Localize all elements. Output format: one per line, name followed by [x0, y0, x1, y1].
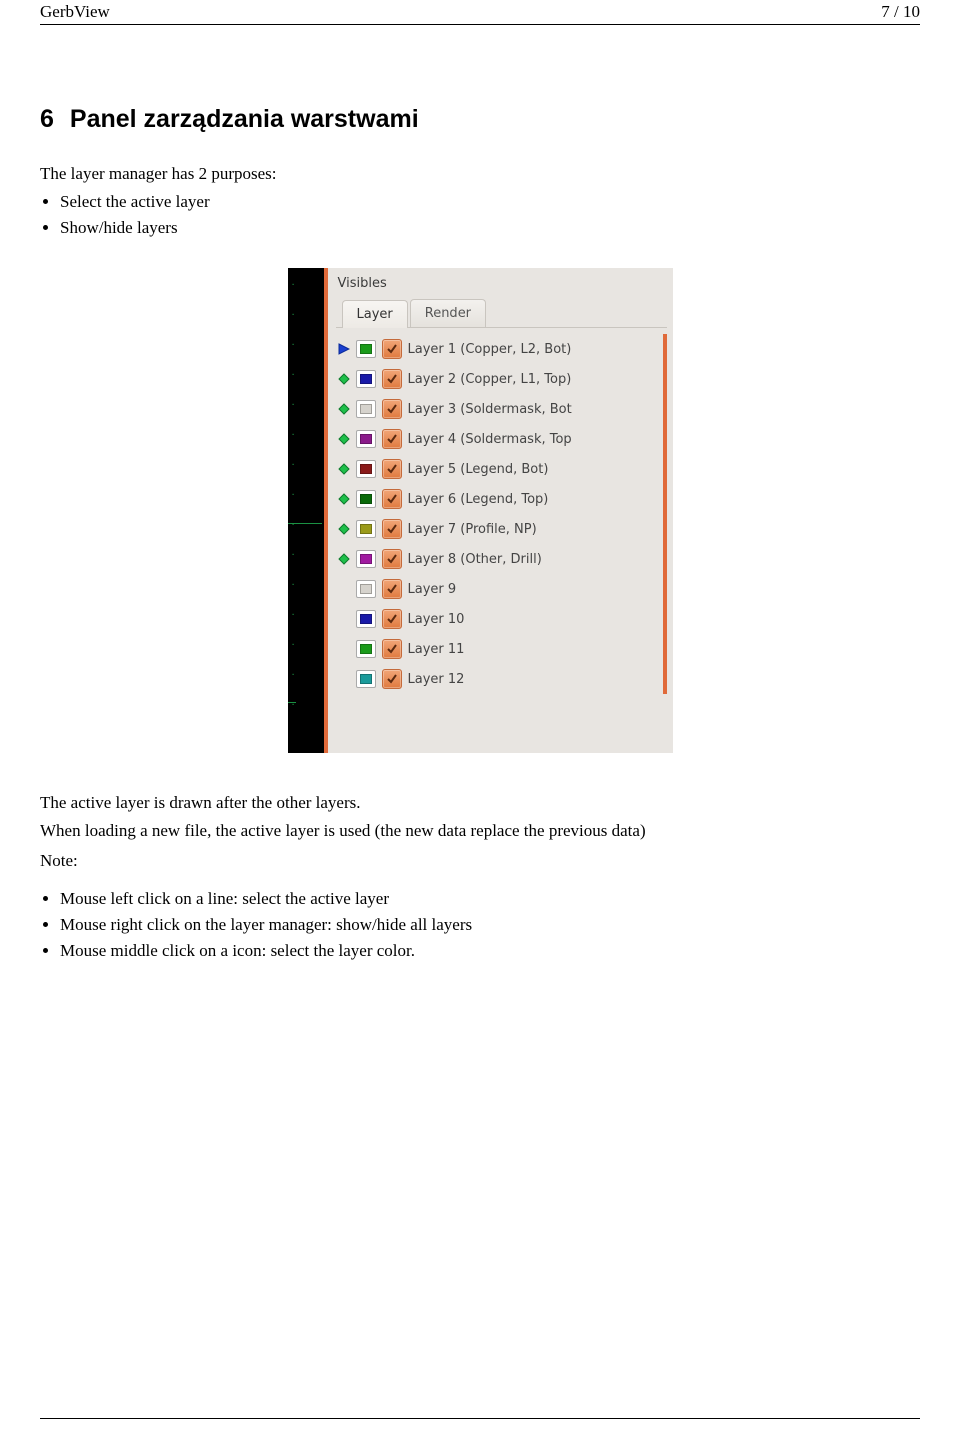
layer-label: Layer 12: [408, 672, 465, 687]
footer-rule: [40, 1418, 920, 1419]
layer-label: Layer 9: [408, 582, 457, 597]
layer-row[interactable]: Layer 8 (Other, Drill): [336, 544, 661, 574]
layer-diamond-icon: [338, 373, 350, 385]
list-item: Mouse middle click on a icon: select the…: [60, 941, 920, 961]
layer-diamond-icon: [338, 493, 350, 505]
list-item: Mouse right click on the layer manager: …: [60, 915, 920, 935]
intro-text: The layer manager has 2 purposes:: [40, 164, 920, 184]
screenshot: ... ... ... ... ... Visibles Layer Rende…: [40, 268, 920, 753]
layer-label: Layer 7 (Profile, NP): [408, 522, 537, 537]
doc-title: GerbView: [40, 2, 110, 22]
layer-row[interactable]: Layer 1 (Copper, L2, Bot): [336, 334, 661, 364]
layer-list: Layer 1 (Copper, L2, Bot) Layer 2 (Copper…: [336, 334, 667, 694]
layer-color-swatch[interactable]: [356, 370, 376, 388]
layer-diamond-icon: [338, 463, 350, 475]
tab-layer[interactable]: Layer: [342, 300, 408, 328]
layer-row[interactable]: Layer 6 (Legend, Top): [336, 484, 661, 514]
list-item: Show/hide layers: [60, 218, 920, 238]
layer-label: Layer 11: [408, 642, 465, 657]
list-item: Mouse left click on a line: select the a…: [60, 889, 920, 909]
layer-color-swatch[interactable]: [356, 400, 376, 418]
notes-list: Mouse left click on a line: select the a…: [40, 889, 920, 961]
layer-label: Layer 10: [408, 612, 465, 627]
layer-visibility-checkbox[interactable]: [382, 489, 402, 509]
layer-label: Layer 6 (Legend, Top): [408, 492, 549, 507]
layer-visibility-checkbox[interactable]: [382, 639, 402, 659]
layer-visibility-checkbox[interactable]: [382, 669, 402, 689]
layer-row[interactable]: Layer 4 (Soldermask, Top: [336, 424, 661, 454]
layer-color-swatch[interactable]: [356, 340, 376, 358]
section-title: Panel zarządzania warstwami: [70, 105, 419, 133]
layer-diamond-icon: [338, 433, 350, 445]
layer-color-swatch[interactable]: [356, 610, 376, 628]
layer-label: Layer 1 (Copper, L2, Bot): [408, 342, 572, 357]
layer-color-swatch[interactable]: [356, 550, 376, 568]
arrow-spacer: [338, 673, 350, 685]
page-number: 7 / 10: [881, 2, 920, 22]
layer-row[interactable]: Layer 3 (Soldermask, Bot: [336, 394, 661, 424]
layer-color-swatch[interactable]: [356, 460, 376, 478]
body-text: The active layer is drawn after the othe…: [40, 793, 920, 813]
note-label: Note:: [40, 851, 920, 871]
layer-row[interactable]: Layer 11: [336, 634, 661, 664]
layer-color-swatch[interactable]: [356, 490, 376, 508]
layer-visibility-checkbox[interactable]: [382, 549, 402, 569]
panel-title: Visibles: [336, 272, 667, 299]
layer-color-swatch[interactable]: [356, 580, 376, 598]
layer-visibility-checkbox[interactable]: [382, 579, 402, 599]
layer-row[interactable]: Layer 12: [336, 664, 661, 694]
arrow-spacer: [338, 583, 350, 595]
arrow-spacer: [338, 613, 350, 625]
layer-visibility-checkbox[interactable]: [382, 609, 402, 629]
section-heading: 6 Panel zarządzania warstwami: [40, 105, 920, 134]
layer-row[interactable]: Layer 2 (Copper, L1, Top): [336, 364, 661, 394]
layer-row[interactable]: Layer 10: [336, 604, 661, 634]
layer-label: Layer 2 (Copper, L1, Top): [408, 372, 572, 387]
layer-label: Layer 5 (Legend, Bot): [408, 462, 549, 477]
layer-color-swatch[interactable]: [356, 430, 376, 448]
layer-visibility-checkbox[interactable]: [382, 459, 402, 479]
purpose-list: Select the active layer Show/hide layers: [40, 192, 920, 238]
layer-visibility-checkbox[interactable]: [382, 519, 402, 539]
section-number: 6: [40, 105, 54, 133]
layer-label: Layer 4 (Soldermask, Top: [408, 432, 572, 447]
layer-row[interactable]: Layer 7 (Profile, NP): [336, 514, 661, 544]
layer-row[interactable]: Layer 9: [336, 574, 661, 604]
canvas-ruler: ... ... ... ... ...: [288, 268, 328, 753]
layer-visibility-checkbox[interactable]: [382, 429, 402, 449]
layer-visibility-checkbox[interactable]: [382, 369, 402, 389]
list-item: Select the active layer: [60, 192, 920, 212]
tabs: Layer Render: [336, 299, 667, 328]
layer-color-swatch[interactable]: [356, 670, 376, 688]
layer-label: Layer 8 (Other, Drill): [408, 552, 542, 567]
layer-color-swatch[interactable]: [356, 640, 376, 658]
layer-visibility-checkbox[interactable]: [382, 399, 402, 419]
layer-visibility-checkbox[interactable]: [382, 339, 402, 359]
layer-diamond-icon: [338, 403, 350, 415]
layer-label: Layer 3 (Soldermask, Bot: [408, 402, 572, 417]
layer-diamond-icon: [338, 523, 350, 535]
active-layer-arrow-icon: [338, 343, 350, 355]
layer-color-swatch[interactable]: [356, 520, 376, 538]
layer-row[interactable]: Layer 5 (Legend, Bot): [336, 454, 661, 484]
tab-render[interactable]: Render: [410, 299, 486, 327]
layer-diamond-icon: [338, 553, 350, 565]
body-text: When loading a new file, the active laye…: [40, 821, 920, 841]
arrow-spacer: [338, 643, 350, 655]
